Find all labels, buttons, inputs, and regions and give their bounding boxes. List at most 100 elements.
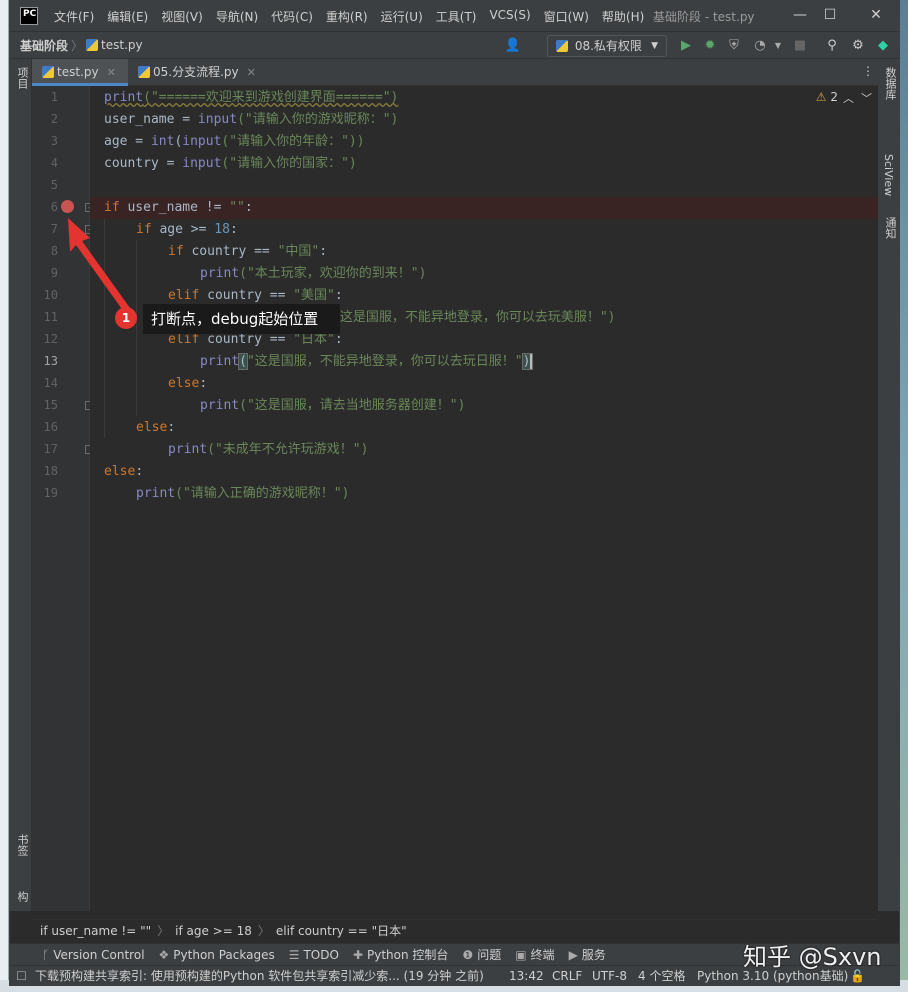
services-icon: ▶ (568, 948, 578, 962)
menu-run[interactable]: 运行(U) (381, 8, 423, 25)
code-crumb-item[interactable]: elif country == "日本" (276, 924, 407, 938)
code-token: : (229, 222, 238, 237)
code-token: if (104, 200, 120, 215)
tool-label: 问题 (477, 948, 502, 962)
warning-icon: ⚠ (815, 90, 827, 104)
user-icon[interactable]: 👤 (504, 36, 522, 56)
project-tool-button[interactable]: 项目 (14, 67, 30, 89)
notifications-tool-button[interactable]: 通知 (882, 217, 898, 239)
indent-setting[interactable]: 4 个空格 (638, 966, 685, 986)
next-highlight-icon[interactable]: ﹀ (861, 90, 872, 106)
database-tool-button[interactable]: 数据库 (882, 67, 898, 100)
previous-highlight-icon[interactable]: ︿ (843, 90, 854, 106)
menu-window[interactable]: 窗口(W) (544, 8, 589, 25)
code-editor[interactable]: print("======欢迎来到游戏创建界面======") user_nam… (90, 86, 878, 911)
jetbrains-toolbox-icon[interactable]: ◆ (874, 36, 892, 56)
code-token: "" (229, 200, 245, 215)
tool-problems[interactable]: ❶ 问题 (462, 946, 501, 963)
close-icon[interactable]: ✕ (107, 66, 116, 79)
editor-tabs: test.py ✕ 05.分支流程.py ✕ ⋮ (32, 59, 878, 86)
search-icon[interactable]: ⚲ (823, 36, 841, 56)
tool-services[interactable]: ▶ 服务 (569, 946, 606, 963)
code-token: ("请输入你的游戏昵称：") (237, 112, 399, 127)
stop-icon[interactable]: ■ (791, 36, 809, 56)
code-token: print (136, 486, 176, 501)
status-toggle-icon[interactable]: ☐ (16, 966, 27, 986)
inspection-widget[interactable]: ⚠ 2 (816, 90, 838, 104)
bookmarks-tool-button[interactable]: 书签 (14, 834, 30, 856)
menu-code[interactable]: 代码(C) (271, 8, 313, 25)
code-token: : (135, 464, 144, 479)
breadcrumb-project[interactable]: 基础阶段 (20, 37, 68, 54)
code-line-18: else: (90, 461, 878, 483)
tool-todo[interactable]: ☰ TODO (289, 948, 339, 962)
chevron-down-icon: ▼ (651, 41, 658, 51)
code-crumb-item[interactable]: if age >= 18 (175, 924, 252, 938)
close-icon[interactable]: ✕ (247, 66, 256, 79)
chevron-right-icon: 〉 (71, 38, 84, 53)
tab-branch-flow[interactable]: 05.分支流程.py ✕ (128, 59, 268, 86)
menu-file[interactable]: 文件(F) (54, 8, 94, 25)
code-line-9: print("本土玩家，欢迎你的到来！") (90, 263, 878, 285)
main-menu: 文件(F) 编辑(E) 视图(V) 导航(N) 代码(C) 重构(R) 运行(U… (54, 8, 657, 25)
maximize-button[interactable]: ☐ (810, 1, 850, 31)
run-icon[interactable]: ▶ (677, 36, 695, 56)
tab-label: test.py (57, 65, 99, 79)
close-button[interactable]: ✕ (856, 1, 896, 31)
menu-view[interactable]: 视图(V) (161, 8, 203, 25)
code-token: country == (199, 288, 294, 303)
code-token: ("这是国服，请去当地服务器创建！") (239, 398, 466, 413)
code-token: elif (168, 288, 200, 303)
file-encoding[interactable]: UTF-8 (592, 966, 627, 986)
code-token: : (244, 200, 253, 215)
code-token: : (167, 420, 176, 435)
code-token: "美国" (293, 288, 335, 303)
line-number: 1 (50, 90, 58, 104)
menu-edit[interactable]: 编辑(E) (107, 8, 148, 25)
breadcrumb-file[interactable]: test.py (101, 38, 143, 52)
warning-count: 2 (830, 90, 838, 104)
menu-navigate[interactable]: 导航(N) (216, 8, 258, 25)
code-token: : (319, 244, 328, 259)
watermark: 知乎 @Sxvn (743, 943, 882, 971)
sciview-tool-button[interactable]: SciView (882, 154, 895, 196)
code-token: country == (199, 332, 294, 347)
debug-icon[interactable]: ✹ (701, 36, 719, 56)
title-bar: PC 文件(F) 编辑(E) 视图(V) 导航(N) 代码(C) 重构(R) 运… (10, 1, 899, 31)
run-config-dropdown[interactable]: 08.私有权限 ▼ (547, 35, 667, 57)
breakpoint-icon[interactable] (61, 200, 74, 213)
line-number: 6 (50, 200, 58, 214)
status-message[interactable]: 下载预构建共享索引: 使用预构建的Python 软件包共享索引减少索... (1… (35, 966, 484, 986)
terminal-icon: ▣ (515, 948, 527, 962)
caret-position[interactable]: 13:42 (509, 966, 544, 986)
code-token: print (168, 442, 208, 457)
tool-python-console[interactable]: ✚ Python 控制台 (353, 946, 448, 963)
code-token: ("本土玩家，欢迎你的到来！") (239, 266, 427, 281)
gear-icon[interactable]: ⚙ (849, 36, 867, 56)
menu-help[interactable]: 帮助(H) (602, 8, 644, 25)
menu-vcs[interactable]: VCS(S) (489, 8, 530, 25)
code-crumb-item[interactable]: if user_name != "" (40, 924, 151, 938)
profile-icon[interactable]: ◔ (751, 36, 769, 56)
code-token: user_name != (119, 200, 230, 215)
line-number: 5 (50, 178, 58, 192)
tool-terminal[interactable]: ▣ 终端 (515, 946, 554, 963)
code-token: age = (104, 134, 151, 149)
editor-gutter[interactable]: 1 2 3 4 5 6 7 8 9 10 11 12 13 14 15 16 1… (32, 86, 94, 911)
menu-refactor[interactable]: 重构(R) (326, 8, 368, 25)
code-token: : (199, 376, 208, 391)
chevron-right-icon: 〉 (157, 924, 170, 938)
more-tabs-icon[interactable]: ⋮ (862, 64, 874, 78)
code-token: else (168, 376, 200, 391)
line-number: 11 (43, 310, 58, 324)
more-run-chevron-icon[interactable]: ▼ (769, 36, 787, 56)
line-separator[interactable]: CRLF (552, 966, 582, 986)
menu-tools[interactable]: 工具(T) (436, 8, 477, 25)
tab-test-py[interactable]: test.py ✕ (32, 59, 128, 86)
tool-python-packages[interactable]: ❖ Python Packages (159, 948, 275, 962)
coverage-icon[interactable]: ⛨ (725, 36, 743, 56)
code-line-1: print("======欢迎来到游戏创建界面======") (90, 87, 878, 109)
tool-version-control[interactable]: ᚴ Version Control (42, 948, 145, 962)
code-line-4: country = input("请输入你的国家：") (90, 153, 878, 175)
code-line-15: print("这是国服，请去当地服务器创建！") (90, 395, 878, 417)
